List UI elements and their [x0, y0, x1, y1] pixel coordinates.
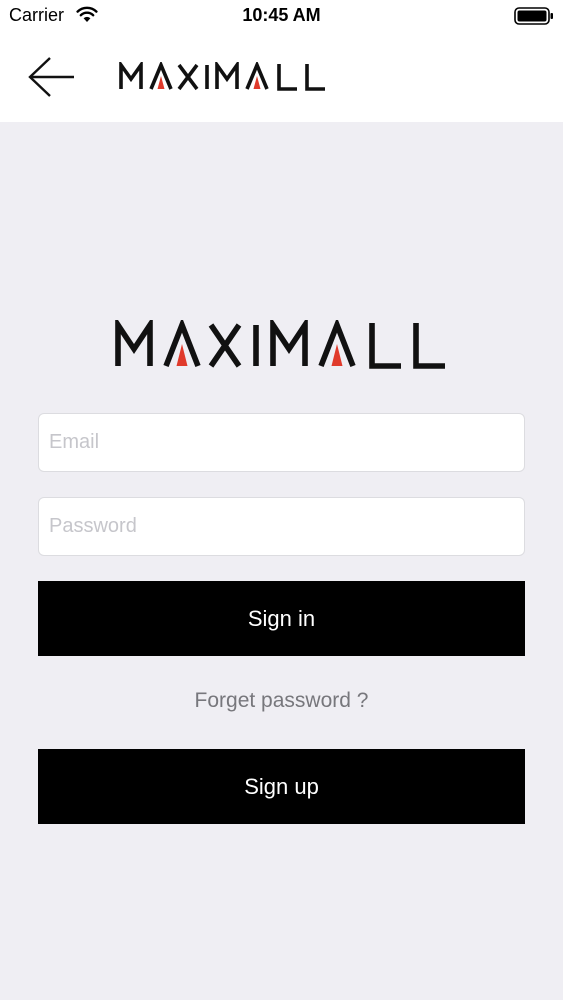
status-time: 10:45 AM [242, 5, 321, 25]
password-field[interactable] [38, 497, 525, 556]
sign-up-button[interactable]: Sign up [38, 749, 525, 824]
sign-in-label: Sign in [247, 605, 316, 631]
status-bar: Carrier 10:45 AM [0, 0, 563, 34]
back-button[interactable] [22, 52, 82, 102]
arrow-left-icon [28, 57, 74, 97]
navigation-bar [0, 34, 563, 122]
password-input[interactable] [39, 498, 524, 555]
forget-password-link[interactable]: Forget password ? [0, 689, 563, 713]
email-input[interactable] [39, 414, 524, 471]
sign-in-button[interactable]: Sign in [38, 581, 525, 656]
email-field[interactable] [38, 413, 525, 472]
maximall-logo [119, 62, 325, 91]
maximall-logo-large [115, 320, 445, 369]
battery-full-icon [514, 7, 553, 25]
sign-up-label: Sign up [244, 773, 319, 799]
